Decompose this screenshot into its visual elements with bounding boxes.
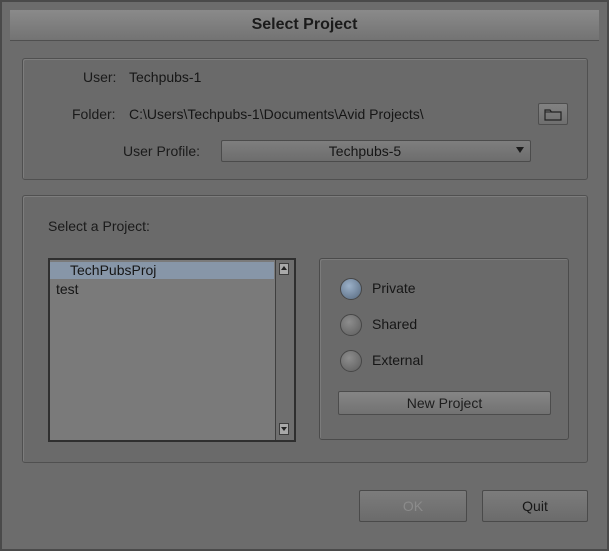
project-list[interactable]: TechPubsProj test — [48, 258, 296, 442]
user-label: User: — [83, 69, 117, 85]
folder-browse-button[interactable] — [538, 103, 568, 125]
title-bar[interactable]: Select Project — [10, 10, 599, 41]
external-radio[interactable] — [340, 350, 362, 372]
project-name: test — [56, 281, 79, 297]
user-profile-value: Techpubs-5 — [328, 143, 402, 159]
select-project-label: Select a Project: — [48, 218, 150, 234]
shared-label: Shared — [372, 316, 418, 332]
list-scrollbar[interactable] — [275, 260, 294, 440]
chevron-down-icon — [516, 147, 524, 153]
project-selection-panel: Select a Project: TechPubsProj test Priv… — [22, 195, 588, 463]
folder-path: C:\Users\Techpubs-1\Documents\Avid Proje… — [129, 106, 424, 122]
user-profile-label: User Profile: — [123, 143, 201, 159]
dialog-title: Select Project — [251, 16, 358, 33]
project-list-item[interactable]: TechPubsProj — [50, 262, 274, 279]
user-profile-select[interactable]: Techpubs-5 — [221, 140, 531, 162]
project-name: TechPubsProj — [70, 262, 157, 278]
scroll-up-button[interactable] — [279, 263, 289, 275]
private-radio[interactable] — [340, 278, 362, 300]
shared-radio[interactable] — [340, 314, 362, 336]
external-label: External — [372, 352, 424, 368]
folder-label: Folder: — [72, 106, 116, 122]
ok-button[interactable]: OK — [359, 490, 467, 522]
folder-icon — [544, 109, 562, 121]
select-project-dialog: Select Project User: Techpubs-1 Folder: … — [0, 0, 609, 551]
user-settings-panel: User: Techpubs-1 Folder: C:\Users\Techpu… — [22, 58, 588, 180]
project-type-panel: Private Shared External New Project — [319, 258, 569, 440]
arrow-down-icon — [281, 427, 287, 431]
scroll-down-button[interactable] — [279, 423, 289, 435]
user-value: Techpubs-1 — [129, 69, 202, 85]
project-list-item[interactable]: test — [50, 281, 274, 298]
private-label: Private — [372, 280, 416, 296]
arrow-up-icon — [281, 266, 287, 270]
quit-button[interactable]: Quit — [482, 490, 588, 522]
new-project-button[interactable]: New Project — [338, 391, 551, 415]
